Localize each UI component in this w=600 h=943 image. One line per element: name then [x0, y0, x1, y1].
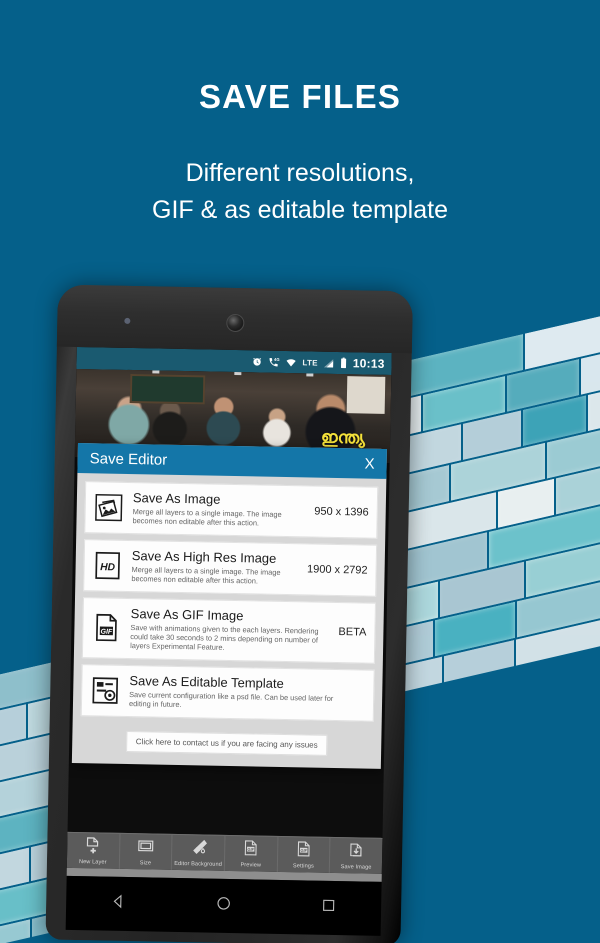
- option-title: Save As Editable Template: [129, 673, 350, 692]
- svg-text:GIF: GIF: [300, 848, 307, 853]
- toolbar-label: New Layer: [79, 859, 107, 866]
- template-file-icon: [90, 675, 121, 706]
- save-option-template[interactable]: Save As Editable Template Save current c…: [81, 664, 375, 721]
- nav-recents-icon[interactable]: [320, 897, 337, 919]
- new-layer-icon: [84, 836, 101, 858]
- editor-toolbar: New Layer Size Editor Background GIF Pre…: [67, 832, 383, 874]
- phone-top-bezel: [57, 285, 413, 354]
- signal-icon: [323, 357, 335, 368]
- crop-handle-right[interactable]: [306, 373, 313, 376]
- option-resolution: 1900 x 2792: [301, 563, 368, 576]
- gif-settings-icon: GIF: [295, 840, 312, 862]
- option-title: Save As GIF Image: [131, 606, 324, 625]
- dialog-title: Save Editor: [90, 450, 168, 468]
- page-subtitle: Different resolutions, GIF & as editable…: [0, 155, 600, 229]
- toolbar-item-save-image[interactable]: Save Image: [330, 838, 382, 874]
- toolbar-item-new-layer[interactable]: New Layer: [67, 833, 120, 869]
- option-description: Merge all layers to a single image. The …: [132, 507, 299, 529]
- page-title: SAVE FILES: [0, 78, 600, 116]
- wifi-icon: [284, 356, 297, 367]
- photo-stack-icon: [93, 492, 124, 523]
- toolbar-label: Save Image: [341, 864, 372, 871]
- option-description: Save current configuration like a psd fi…: [129, 690, 350, 713]
- crop-handle-center[interactable]: [234, 372, 241, 375]
- contact-row: Click here to contact us if you are faci…: [72, 720, 382, 769]
- toolbar-item-editor-background[interactable]: Editor Background: [172, 835, 225, 871]
- option-badge-beta: BETA: [332, 626, 366, 639]
- svg-text:GIF: GIF: [248, 847, 255, 852]
- toolbar-label: Settings: [293, 863, 314, 869]
- save-editor-dialog: Save Editor X Save As Image Merge all la…: [72, 443, 387, 769]
- toolbar-label: Preview: [240, 862, 261, 868]
- option-text-block: Save As Editable Template Save current c…: [129, 673, 351, 713]
- network-type-label: LTE: [302, 358, 318, 367]
- toolbar-label: Editor Background: [174, 861, 222, 868]
- option-text-block: Save As High Res Image Merge all layers …: [131, 548, 292, 587]
- save-option-gif[interactable]: GIF Save As GIF Image Save with animatio…: [82, 597, 376, 664]
- gif-preview-icon: GIF: [242, 839, 259, 861]
- gif-file-icon: GIF: [91, 613, 122, 644]
- save-option-high-res[interactable]: HD Save As High Res Image Merge all laye…: [83, 539, 377, 596]
- canvas-text-layer[interactable]: ഇന്ത്യ: [321, 428, 365, 449]
- svg-text:HD: HD: [100, 562, 116, 573]
- alarm-icon: [251, 356, 262, 367]
- option-description: Merge all layers to a single image. The …: [131, 565, 292, 587]
- toolbar-label: Size: [140, 860, 151, 866]
- phone-mockup: 4G LTE 10:13 ഇന്ത്യ Save Editor X Save A…: [45, 285, 413, 943]
- photo-chalkboard: [129, 374, 205, 405]
- nav-back-icon[interactable]: [110, 893, 127, 915]
- save-option-image[interactable]: Save As Image Merge all layers to a sing…: [84, 481, 378, 538]
- phone-screen: 4G LTE 10:13 ഇന്ത്യ Save Editor X Save A…: [67, 347, 392, 874]
- option-text-block: Save As Image Merge all layers to a sing…: [132, 490, 299, 529]
- crop-handle-left[interactable]: [152, 370, 159, 373]
- svg-text:GIF: GIF: [100, 629, 113, 636]
- option-resolution: 950 x 1396: [308, 505, 369, 518]
- svg-text:4G: 4G: [274, 356, 280, 361]
- option-text-block: Save As GIF Image Save with animations g…: [130, 606, 324, 655]
- contact-support-button[interactable]: Click here to contact us if you are faci…: [126, 731, 328, 756]
- subtitle-line-1: Different resolutions,: [0, 155, 600, 192]
- subtitle-line-2: GIF & as editable template: [0, 192, 600, 229]
- dialog-options-list: Save As Image Merge all layers to a sing…: [73, 473, 387, 726]
- toolbar-item-settings[interactable]: GIF Settings: [277, 837, 330, 873]
- option-title: Save As High Res Image: [132, 548, 293, 566]
- nav-home-icon[interactable]: [215, 895, 232, 917]
- call-4g-icon: 4G: [267, 356, 279, 367]
- option-title: Save As Image: [133, 490, 300, 508]
- status-bar-clock: 10:13: [353, 356, 385, 371]
- front-camera-icon: [226, 314, 244, 332]
- option-description: Save with animations given to the each l…: [130, 623, 324, 655]
- android-nav-bar: [66, 876, 382, 936]
- photo-wall-panel: [347, 376, 385, 414]
- editor-background-icon: [190, 838, 207, 860]
- save-image-icon: [348, 841, 365, 863]
- battery-icon: [340, 357, 348, 369]
- proximity-sensor-icon: [124, 318, 130, 324]
- hd-file-icon: HD: [92, 550, 123, 581]
- close-icon[interactable]: X: [364, 455, 374, 472]
- toolbar-item-preview[interactable]: GIF Preview: [225, 836, 278, 872]
- toolbar-item-size[interactable]: Size: [119, 834, 172, 870]
- size-icon: [137, 837, 154, 859]
